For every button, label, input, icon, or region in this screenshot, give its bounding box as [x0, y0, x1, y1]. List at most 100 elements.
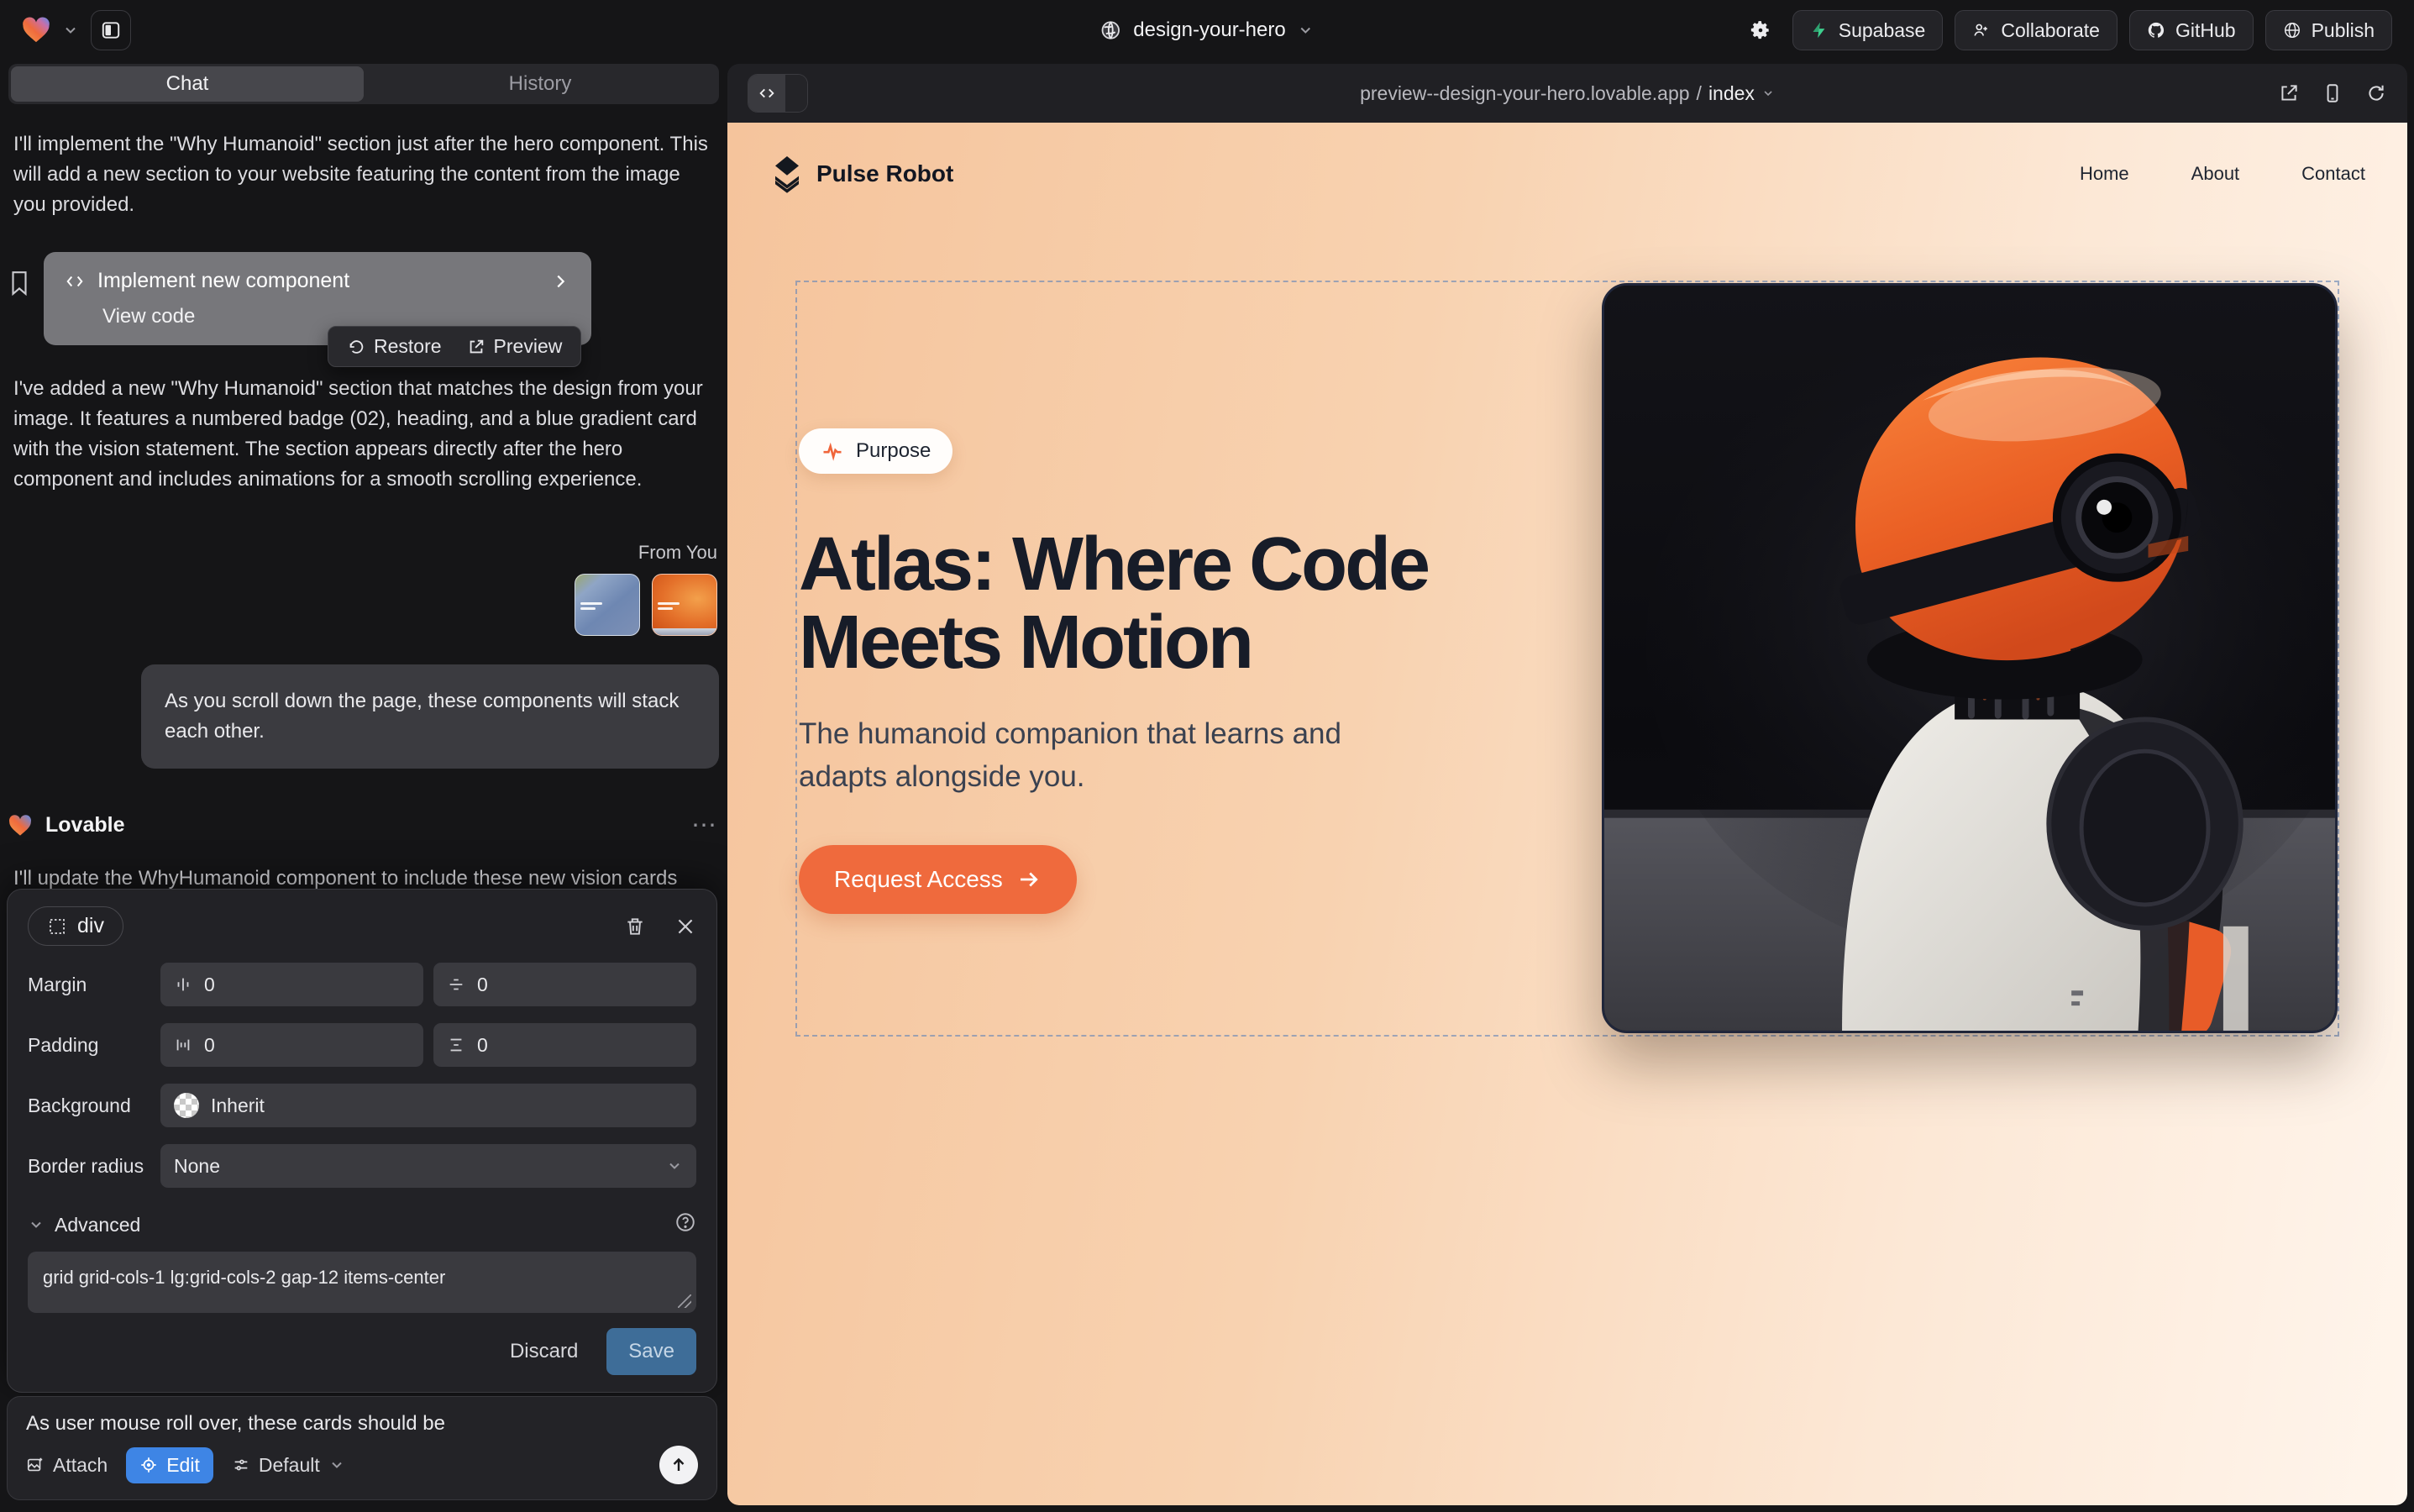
padding-x-input[interactable]: 0: [160, 1023, 423, 1067]
selected-hero-section[interactable]: Purpose Atlas: Where Code Meets Motion T…: [795, 281, 2339, 1037]
hero-content: Purpose Atlas: Where Code Meets Motion T…: [797, 282, 1602, 1035]
github-button[interactable]: GitHub: [2129, 10, 2254, 50]
restore-label: Restore: [374, 335, 442, 358]
view-code-link[interactable]: View code: [102, 305, 569, 328]
app-window: design-your-hero Supabase Collabo: [0, 0, 2414, 1512]
mode-label: Default: [259, 1454, 320, 1477]
tab-history[interactable]: History: [364, 66, 716, 102]
nav-link-home[interactable]: Home: [2080, 163, 2129, 185]
assistant-name: Lovable: [45, 813, 124, 837]
restore-button[interactable]: Restore: [347, 335, 442, 358]
preview-pane: preview--design-your-hero.lovable.app / …: [727, 64, 2407, 1505]
preview-url-separator: /: [1697, 82, 1702, 105]
pulse-icon: [821, 439, 844, 463]
collaborate-button[interactable]: Collaborate: [1955, 10, 2117, 50]
preview-top-bar: preview--design-your-hero.lovable.app / …: [727, 64, 2407, 123]
brand-layers-icon: [769, 155, 805, 193]
transparency-swatch-icon: [174, 1093, 199, 1118]
send-arrow-icon: [669, 1455, 689, 1475]
margin-x-icon: [174, 975, 192, 994]
preview-url-host: preview--design-your-hero.lovable.app: [1360, 82, 1689, 105]
bookmark-icon[interactable]: [8, 252, 30, 300]
attach-button[interactable]: Attach: [26, 1454, 108, 1477]
resize-handle[interactable]: [678, 1294, 691, 1308]
preview-url-path: index: [1708, 82, 1755, 105]
refresh-icon[interactable]: [2365, 82, 2387, 104]
project-switcher[interactable]: design-your-hero: [1099, 18, 1314, 42]
save-button[interactable]: Save: [606, 1328, 696, 1375]
site-brand-name: Pulse Robot: [816, 160, 953, 187]
background-input[interactable]: Inherit: [160, 1084, 696, 1127]
from-you-label: From You: [638, 542, 717, 564]
advanced-section-toggle[interactable]: Advanced: [28, 1211, 696, 1238]
from-you-block: From You: [8, 542, 719, 636]
background-value: Inherit: [211, 1095, 265, 1117]
padding-x-icon: [174, 1036, 192, 1054]
code-view-toggle[interactable]: [748, 74, 808, 113]
border-radius-select[interactable]: None: [160, 1144, 696, 1188]
background-label: Background: [28, 1095, 160, 1117]
attachment-thumbnail-orange[interactable]: [652, 574, 717, 636]
discard-button[interactable]: Discard: [510, 1340, 578, 1363]
sidebar-toggle-icon: [100, 19, 122, 41]
purpose-badge: Purpose: [799, 428, 952, 474]
arrow-right-icon: [1016, 867, 1042, 892]
collaborate-label: Collaborate: [2001, 19, 2100, 42]
code-icon: [66, 272, 84, 291]
preview-url[interactable]: preview--design-your-hero.lovable.app / …: [1360, 82, 1775, 105]
user-message: As you scroll down the page, these compo…: [141, 664, 719, 769]
border-radius-value: None: [174, 1155, 220, 1178]
project-name: design-your-hero: [1133, 18, 1285, 42]
mode-select[interactable]: Default: [232, 1454, 345, 1477]
mobile-icon[interactable]: [2322, 82, 2343, 104]
github-label: GitHub: [2175, 19, 2236, 42]
chevron-down-icon[interactable]: [62, 22, 79, 39]
help-icon[interactable]: [674, 1211, 696, 1238]
code-icon: [758, 84, 776, 102]
hero-robot-image: [1602, 283, 2338, 1033]
publish-button[interactable]: Publish: [2265, 10, 2392, 50]
settings-button[interactable]: [1740, 10, 1781, 50]
more-menu-button[interactable]: ⋯: [691, 811, 719, 840]
margin-y-input[interactable]: 0: [433, 963, 696, 1006]
hero-heading: Atlas: Where Code Meets Motion: [799, 526, 1551, 683]
open-in-new-tab-icon[interactable]: [2278, 82, 2300, 104]
padding-x-value: 0: [204, 1034, 215, 1057]
sliders-icon: [232, 1456, 250, 1474]
publish-label: Publish: [2312, 19, 2375, 42]
nav-link-about[interactable]: About: [2191, 163, 2240, 185]
send-button[interactable]: [659, 1446, 698, 1484]
chevron-down-icon: [28, 1216, 45, 1233]
element-inspector: div Margin 0 0: [7, 889, 717, 1393]
padding-y-input[interactable]: 0: [433, 1023, 696, 1067]
purpose-badge-label: Purpose: [856, 439, 931, 463]
nav-link-contact[interactable]: Contact: [2301, 163, 2365, 185]
sidebar-toggle-button[interactable]: [91, 10, 131, 50]
preview-label: Preview: [494, 335, 563, 358]
attachment-thumbnail-blue[interactable]: [575, 574, 640, 636]
chat-input[interactable]: As user mouse roll over, these cards sho…: [26, 1412, 698, 1436]
close-icon[interactable]: [674, 916, 696, 937]
attach-label: Attach: [53, 1454, 108, 1477]
supabase-button[interactable]: Supabase: [1792, 10, 1944, 50]
attach-image-icon: [26, 1456, 45, 1474]
margin-y-value: 0: [477, 974, 488, 996]
tab-chat[interactable]: Chat: [11, 66, 364, 102]
trash-icon[interactable]: [624, 916, 646, 937]
edit-target-icon: [139, 1456, 158, 1474]
component-card-row: Implement new component View code Restor…: [8, 252, 719, 345]
element-tag-chip[interactable]: div: [28, 906, 123, 946]
chat-pane: Chat History I'll implement the "Why Hum…: [8, 64, 719, 1505]
classes-value: grid grid-cols-1 lg:grid-cols-2 gap-12 i…: [43, 1267, 445, 1288]
site-brand[interactable]: Pulse Robot: [769, 155, 953, 193]
lovable-heart-icon[interactable]: [22, 17, 50, 44]
request-access-button[interactable]: Request Access: [799, 845, 1077, 914]
border-radius-label: Border radius: [28, 1155, 160, 1178]
margin-x-input[interactable]: 0: [160, 963, 423, 1006]
preview-button[interactable]: Preview: [467, 335, 563, 358]
site-canvas: Pulse Robot Home About Contact Purpose A…: [727, 123, 2407, 1505]
edit-mode-button[interactable]: Edit: [126, 1447, 213, 1483]
classes-textarea[interactable]: grid grid-cols-1 lg:grid-cols-2 gap-12 i…: [28, 1252, 696, 1313]
site-nav: Pulse Robot Home About Contact: [769, 123, 2365, 225]
padding-label: Padding: [28, 1034, 160, 1057]
